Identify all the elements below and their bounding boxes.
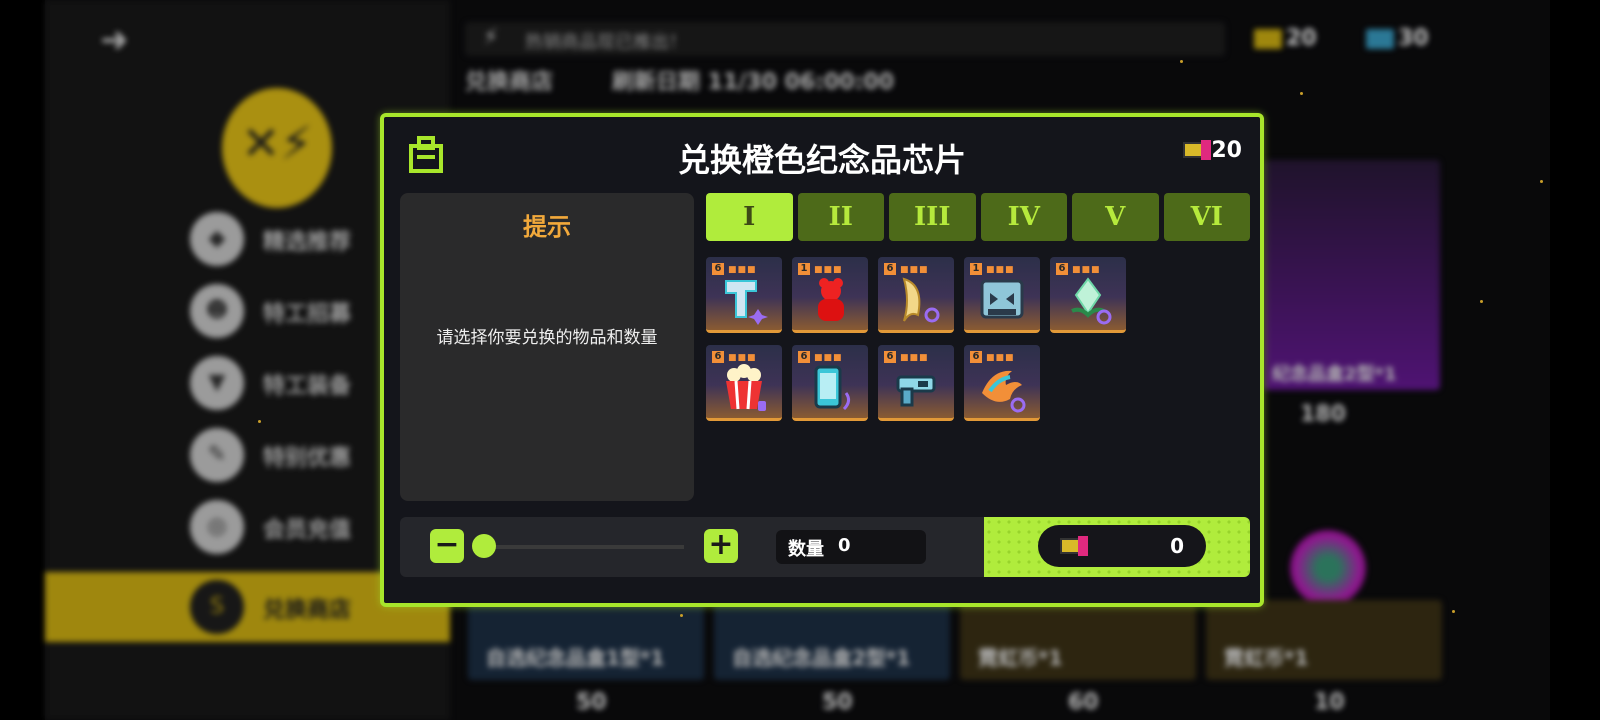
item-slot[interactable]: 1 ■■■ xyxy=(792,257,868,333)
decrease-quantity-button[interactable]: − xyxy=(430,529,464,563)
exchange-confirm-button[interactable]: 0 xyxy=(984,517,1250,577)
fang-icon xyxy=(902,277,940,323)
tab-tier-3[interactable]: III xyxy=(889,193,976,241)
quantity-label: 数量 xyxy=(788,539,824,560)
phoenix-icon xyxy=(982,370,1026,413)
tab-tier-6[interactable]: VI xyxy=(1163,193,1250,241)
popcorn-icon xyxy=(726,364,766,411)
increase-quantity-button[interactable]: + xyxy=(704,529,738,563)
sparkle xyxy=(680,614,683,617)
quantity-display: 数量 0 xyxy=(776,530,926,564)
currency-display: 20 xyxy=(1175,137,1242,163)
scarf-icon xyxy=(725,280,768,325)
tab-tier-5[interactable]: V xyxy=(1072,193,1159,241)
sparkle xyxy=(1540,180,1543,183)
robot-helmet-icon xyxy=(980,279,1024,319)
quantity-value: 0 xyxy=(838,535,851,556)
item-slot[interactable]: 6 ■■■ xyxy=(706,257,782,333)
crystal-flower-icon xyxy=(1071,277,1112,325)
dialog-title: 兑换橙色纪念品芯片 xyxy=(677,141,966,179)
item-slot[interactable]: 1 ■■■ xyxy=(964,257,1040,333)
cost-pill: 0 xyxy=(1038,525,1206,567)
quantity-slider-track[interactable] xyxy=(484,545,684,549)
hint-title: 提示 xyxy=(523,213,571,241)
ticket-icon xyxy=(1179,140,1212,160)
tab-tier-1[interactable]: I xyxy=(706,193,793,241)
sparkle xyxy=(1452,610,1455,613)
item-slot[interactable]: 6 ■■■ xyxy=(1050,257,1126,333)
exchange-dialog: 兑换橙色纪念品芯片 20 提示 请选择你要兑换的物品和数量 I II III I… xyxy=(380,113,1264,607)
blaster-icon xyxy=(896,375,936,407)
currency-amount: 20 xyxy=(1211,137,1242,163)
sparkle xyxy=(258,420,261,423)
sparkle xyxy=(1180,60,1183,63)
tab-tier-2[interactable]: II xyxy=(797,193,884,241)
cost-value: 0 xyxy=(1170,534,1184,558)
item-slot[interactable]: 6 ■■■ xyxy=(964,345,1040,421)
hint-text: 请选择你要兑换的物品和数量 xyxy=(436,328,658,348)
phone-icon xyxy=(814,365,851,411)
sparkle xyxy=(1300,92,1303,95)
hint-panel: 提示 请选择你要兑换的物品和数量 xyxy=(400,193,694,501)
item-slot[interactable]: 6 ■■■ xyxy=(706,345,782,421)
gummy-bear-icon xyxy=(818,278,844,321)
item-slot[interactable]: 6 ■■■ xyxy=(792,345,868,421)
item-slot[interactable]: 6 ■■■ xyxy=(878,257,954,333)
tab-tier-4[interactable]: IV xyxy=(980,193,1067,241)
sparkle xyxy=(1480,300,1483,303)
quantity-bar: − + 数量 0 0 xyxy=(400,517,1250,577)
item-slot[interactable]: 6 ■■■ xyxy=(878,345,954,421)
quantity-slider-knob[interactable] xyxy=(472,534,496,558)
tier-tabs: I II III IV V VI xyxy=(706,193,1250,241)
ticket-icon xyxy=(1060,536,1088,556)
